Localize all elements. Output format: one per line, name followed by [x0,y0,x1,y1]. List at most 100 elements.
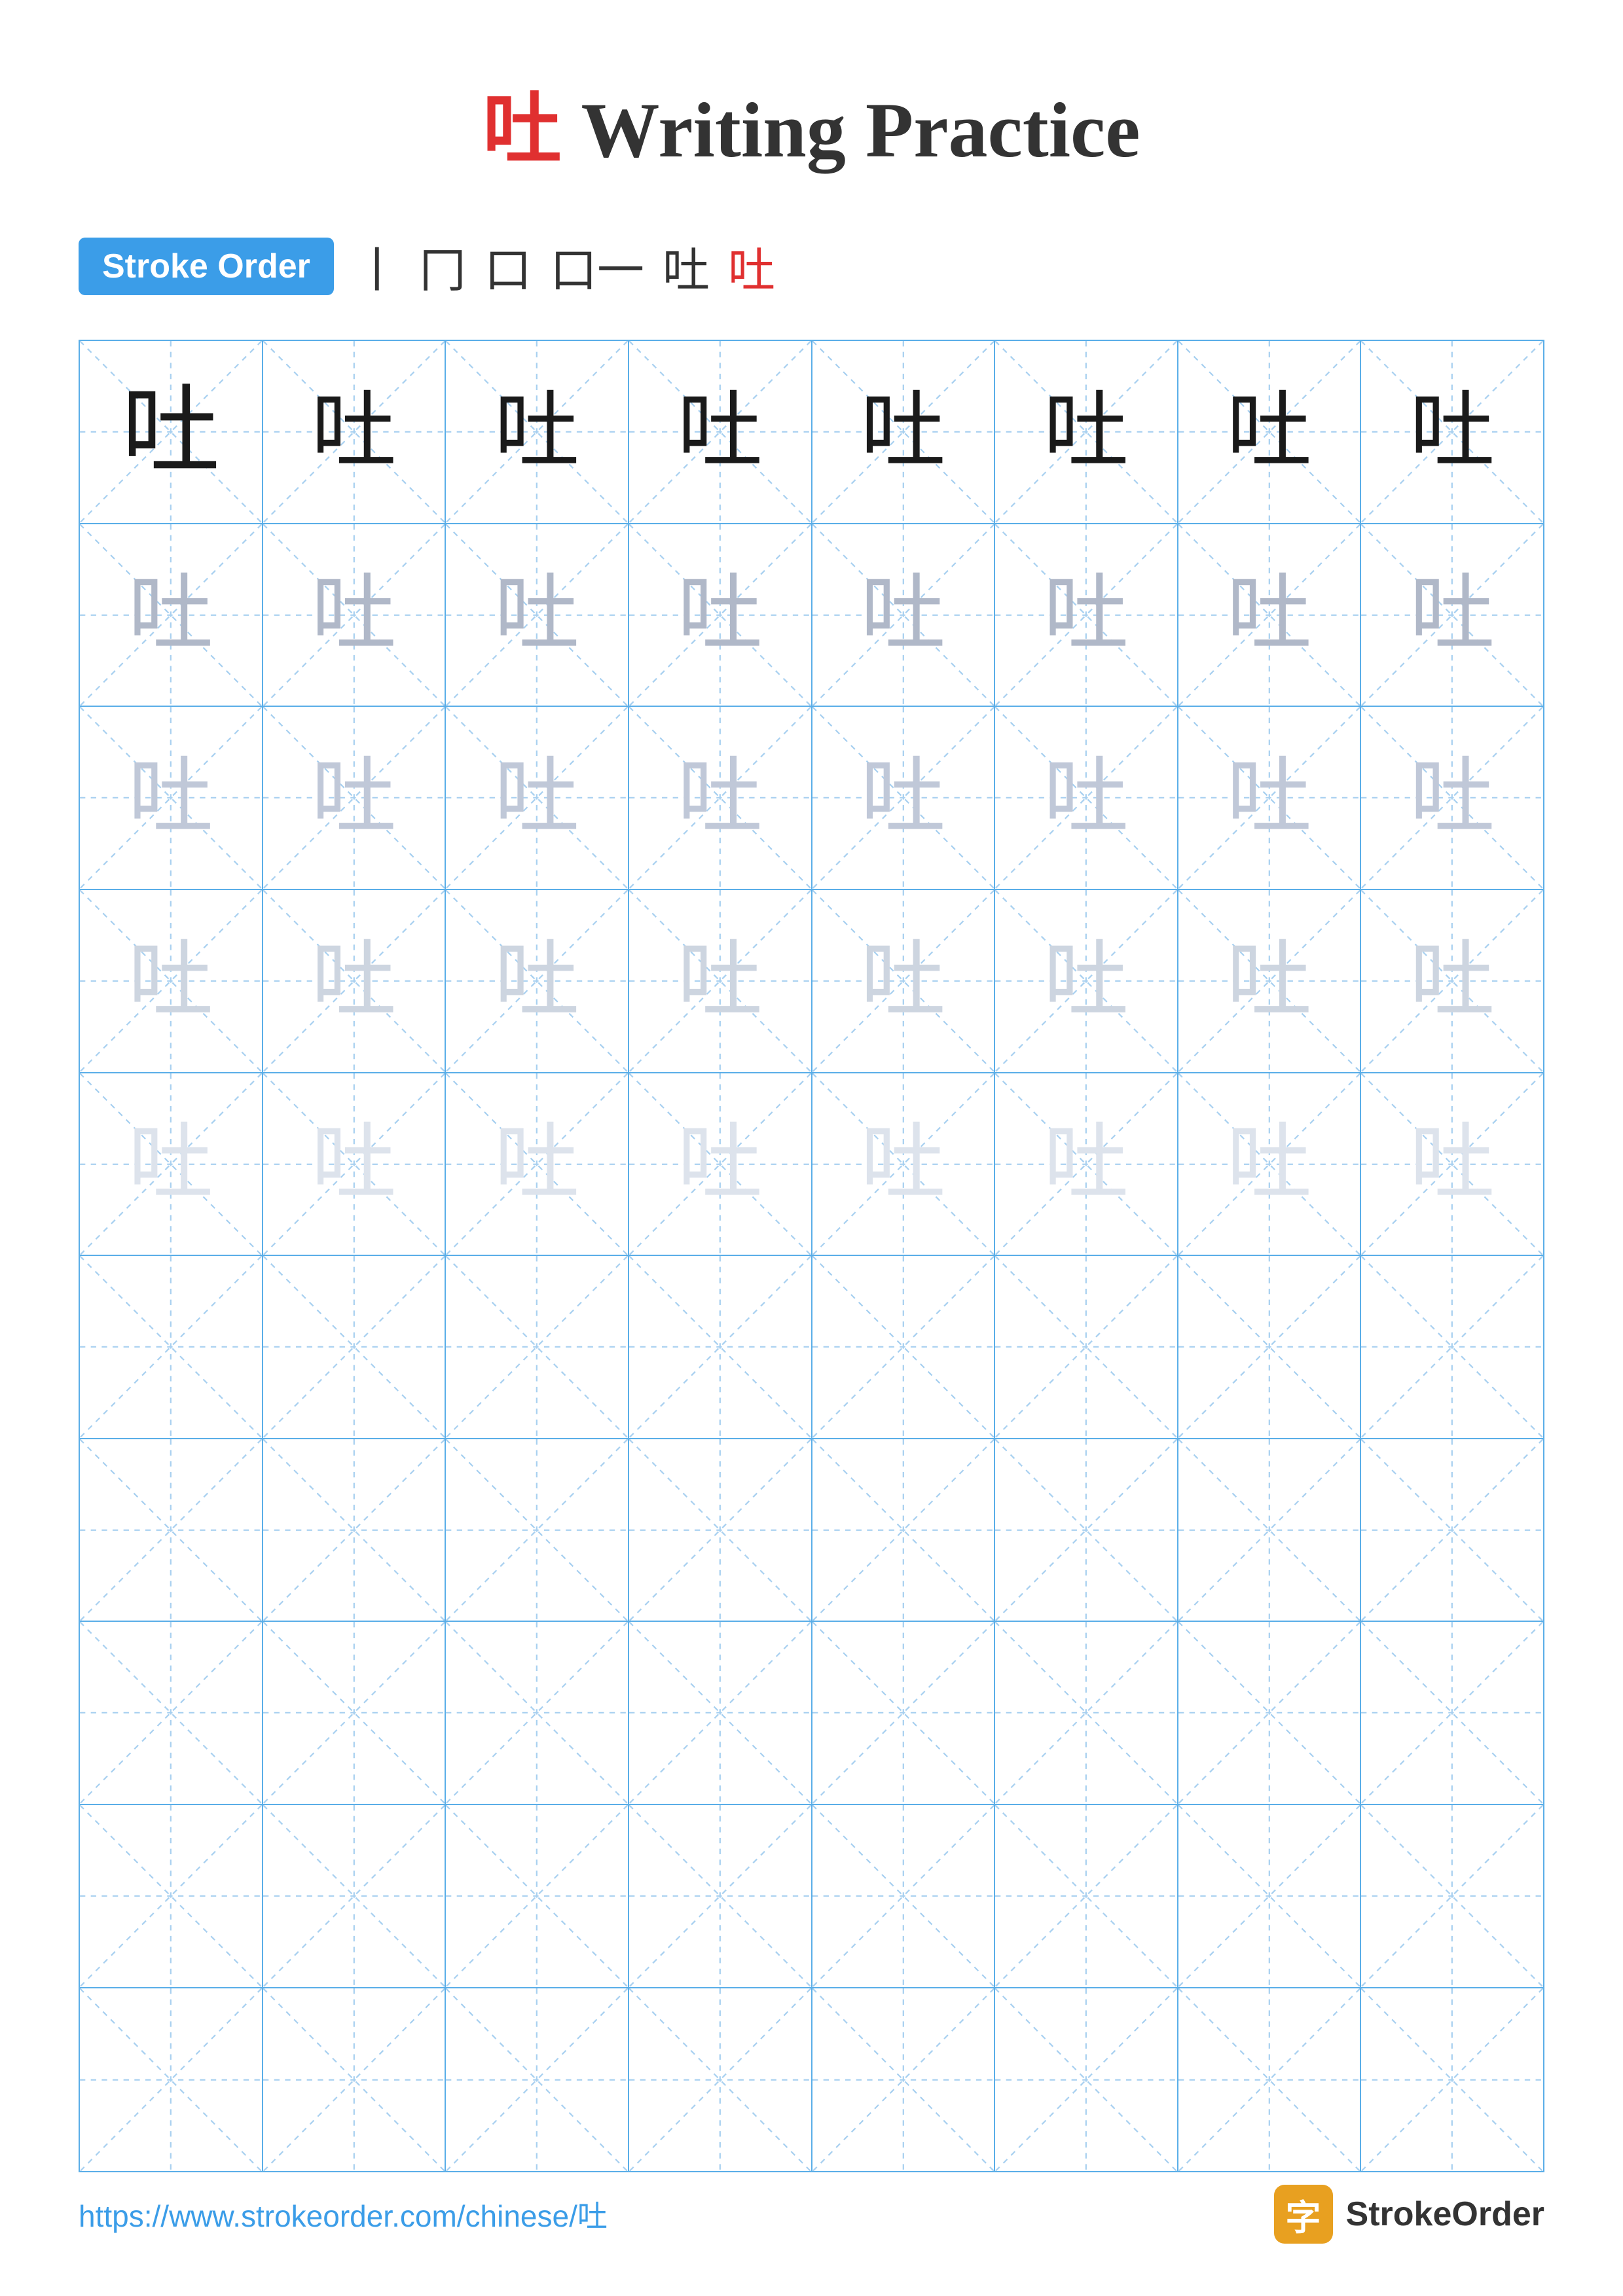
grid-cell[interactable] [812,1988,996,2172]
grid-cell[interactable]: 吐 [80,524,263,708]
grid-cell[interactable] [1178,1622,1362,1805]
grid-cell[interactable]: 吐 [263,341,447,524]
grid-cell[interactable]: 吐 [263,890,447,1073]
grid-cell[interactable]: 吐 [1361,524,1543,708]
practice-char: 吐 [128,1121,213,1206]
grid-cell[interactable] [995,1439,1178,1623]
practice-char: 吐 [1227,755,1312,840]
grid-cell[interactable]: 吐 [1178,341,1362,524]
grid-cell[interactable] [263,1988,447,2172]
grid-cell[interactable] [629,1622,812,1805]
grid-cell[interactable] [1178,1805,1362,1988]
stroke-step-1: 丨 [354,232,401,300]
grid-cell[interactable]: 吐 [995,341,1178,524]
grid-cell[interactable]: 吐 [995,524,1178,708]
grid-cell[interactable] [80,1988,263,2172]
grid-cell[interactable] [263,1622,447,1805]
grid-cell[interactable]: 吐 [80,707,263,890]
grid-cell[interactable] [80,1622,263,1805]
grid-cell[interactable]: 吐 [80,890,263,1073]
grid-cell[interactable]: 吐 [812,524,996,708]
grid-cell[interactable] [80,1439,263,1623]
grid-cell[interactable] [80,1256,263,1439]
grid-cell[interactable]: 吐 [1178,707,1362,890]
grid-cell[interactable] [629,1439,812,1623]
grid-cell[interactable] [812,1439,996,1623]
grid-cell[interactable]: 吐 [1178,1073,1362,1257]
grid-cell[interactable]: 吐 [1361,890,1543,1073]
grid-cell[interactable]: 吐 [1361,707,1543,890]
grid-cell[interactable]: 吐 [629,707,812,890]
grid-cell[interactable]: 吐 [995,890,1178,1073]
practice-char: 吐 [1410,572,1495,657]
grid-cell[interactable] [446,1439,629,1623]
grid-cell[interactable]: 吐 [446,341,629,524]
grid-cell[interactable] [995,1805,1178,1988]
grid-cell[interactable] [995,1988,1178,2172]
grid-cell[interactable] [629,1988,812,2172]
grid-row: 吐吐吐吐吐吐吐吐 [80,524,1543,708]
grid-cell[interactable] [446,1805,629,1988]
practice-char: 吐 [1044,939,1129,1024]
grid-cell[interactable] [995,1256,1178,1439]
grid-cell[interactable] [263,1256,447,1439]
practice-char: 吐 [678,389,763,475]
grid-cell[interactable] [446,1622,629,1805]
grid-cell[interactable] [1361,1256,1543,1439]
grid-cell[interactable] [812,1622,996,1805]
grid-cell[interactable]: 吐 [995,1073,1178,1257]
grid-cell[interactable]: 吐 [629,524,812,708]
grid-cell[interactable]: 吐 [812,707,996,890]
grid-cell[interactable]: 吐 [812,1073,996,1257]
stroke-step-5: 吐 [663,232,710,300]
grid-cell[interactable] [446,1988,629,2172]
grid-cell[interactable]: 吐 [80,1073,263,1257]
grid-cell[interactable]: 吐 [1178,890,1362,1073]
grid-cell[interactable]: 吐 [446,890,629,1073]
practice-char: 吐 [1044,1121,1129,1206]
grid-cell[interactable] [80,1805,263,1988]
grid-cell[interactable]: 吐 [629,1073,812,1257]
brand-char: 字 [1286,2189,1321,2240]
practice-char: 吐 [1227,1121,1312,1206]
grid-cell[interactable] [1178,1439,1362,1623]
grid-cell[interactable]: 吐 [446,524,629,708]
grid-cell[interactable] [812,1256,996,1439]
grid-cell[interactable]: 吐 [995,707,1178,890]
grid-cell[interactable]: 吐 [263,1073,447,1257]
footer-url[interactable]: https://www.strokeorder.com/chinese/吐 [79,2193,608,2236]
practice-char: 吐 [311,572,396,657]
grid-cell[interactable] [1361,1622,1543,1805]
page-title: 吐 Writing Practice [79,65,1544,179]
grid-cell[interactable] [629,1256,812,1439]
grid-cell[interactable]: 吐 [629,890,812,1073]
stroke-step-4: 口一 [550,232,644,300]
grid-cell[interactable]: 吐 [629,341,812,524]
grid-cell[interactable] [1361,1988,1543,2172]
grid-cell[interactable] [629,1805,812,1988]
grid-cell[interactable] [995,1622,1178,1805]
grid-cell[interactable] [446,1256,629,1439]
grid-cell[interactable]: 吐 [263,524,447,708]
grid-cell[interactable]: 吐 [812,890,996,1073]
practice-char: 吐 [311,389,396,475]
grid-cell[interactable] [1178,1256,1362,1439]
grid-cell[interactable]: 吐 [1178,524,1362,708]
grid-cell[interactable]: 吐 [80,341,263,524]
grid-row [80,1439,1543,1623]
practice-char: 吐 [678,1121,763,1206]
grid-cell[interactable] [263,1439,447,1623]
practice-char: 吐 [678,572,763,657]
grid-cell[interactable]: 吐 [1361,1073,1543,1257]
grid-cell[interactable]: 吐 [1361,341,1543,524]
grid-cell[interactable] [263,1805,447,1988]
grid-cell[interactable]: 吐 [263,707,447,890]
grid-cell[interactable] [812,1805,996,1988]
grid-row [80,1988,1543,2172]
grid-cell[interactable] [1361,1805,1543,1988]
grid-cell[interactable]: 吐 [446,1073,629,1257]
grid-cell[interactable]: 吐 [446,707,629,890]
grid-cell[interactable]: 吐 [812,341,996,524]
grid-cell[interactable] [1178,1988,1362,2172]
grid-cell[interactable] [1361,1439,1543,1623]
